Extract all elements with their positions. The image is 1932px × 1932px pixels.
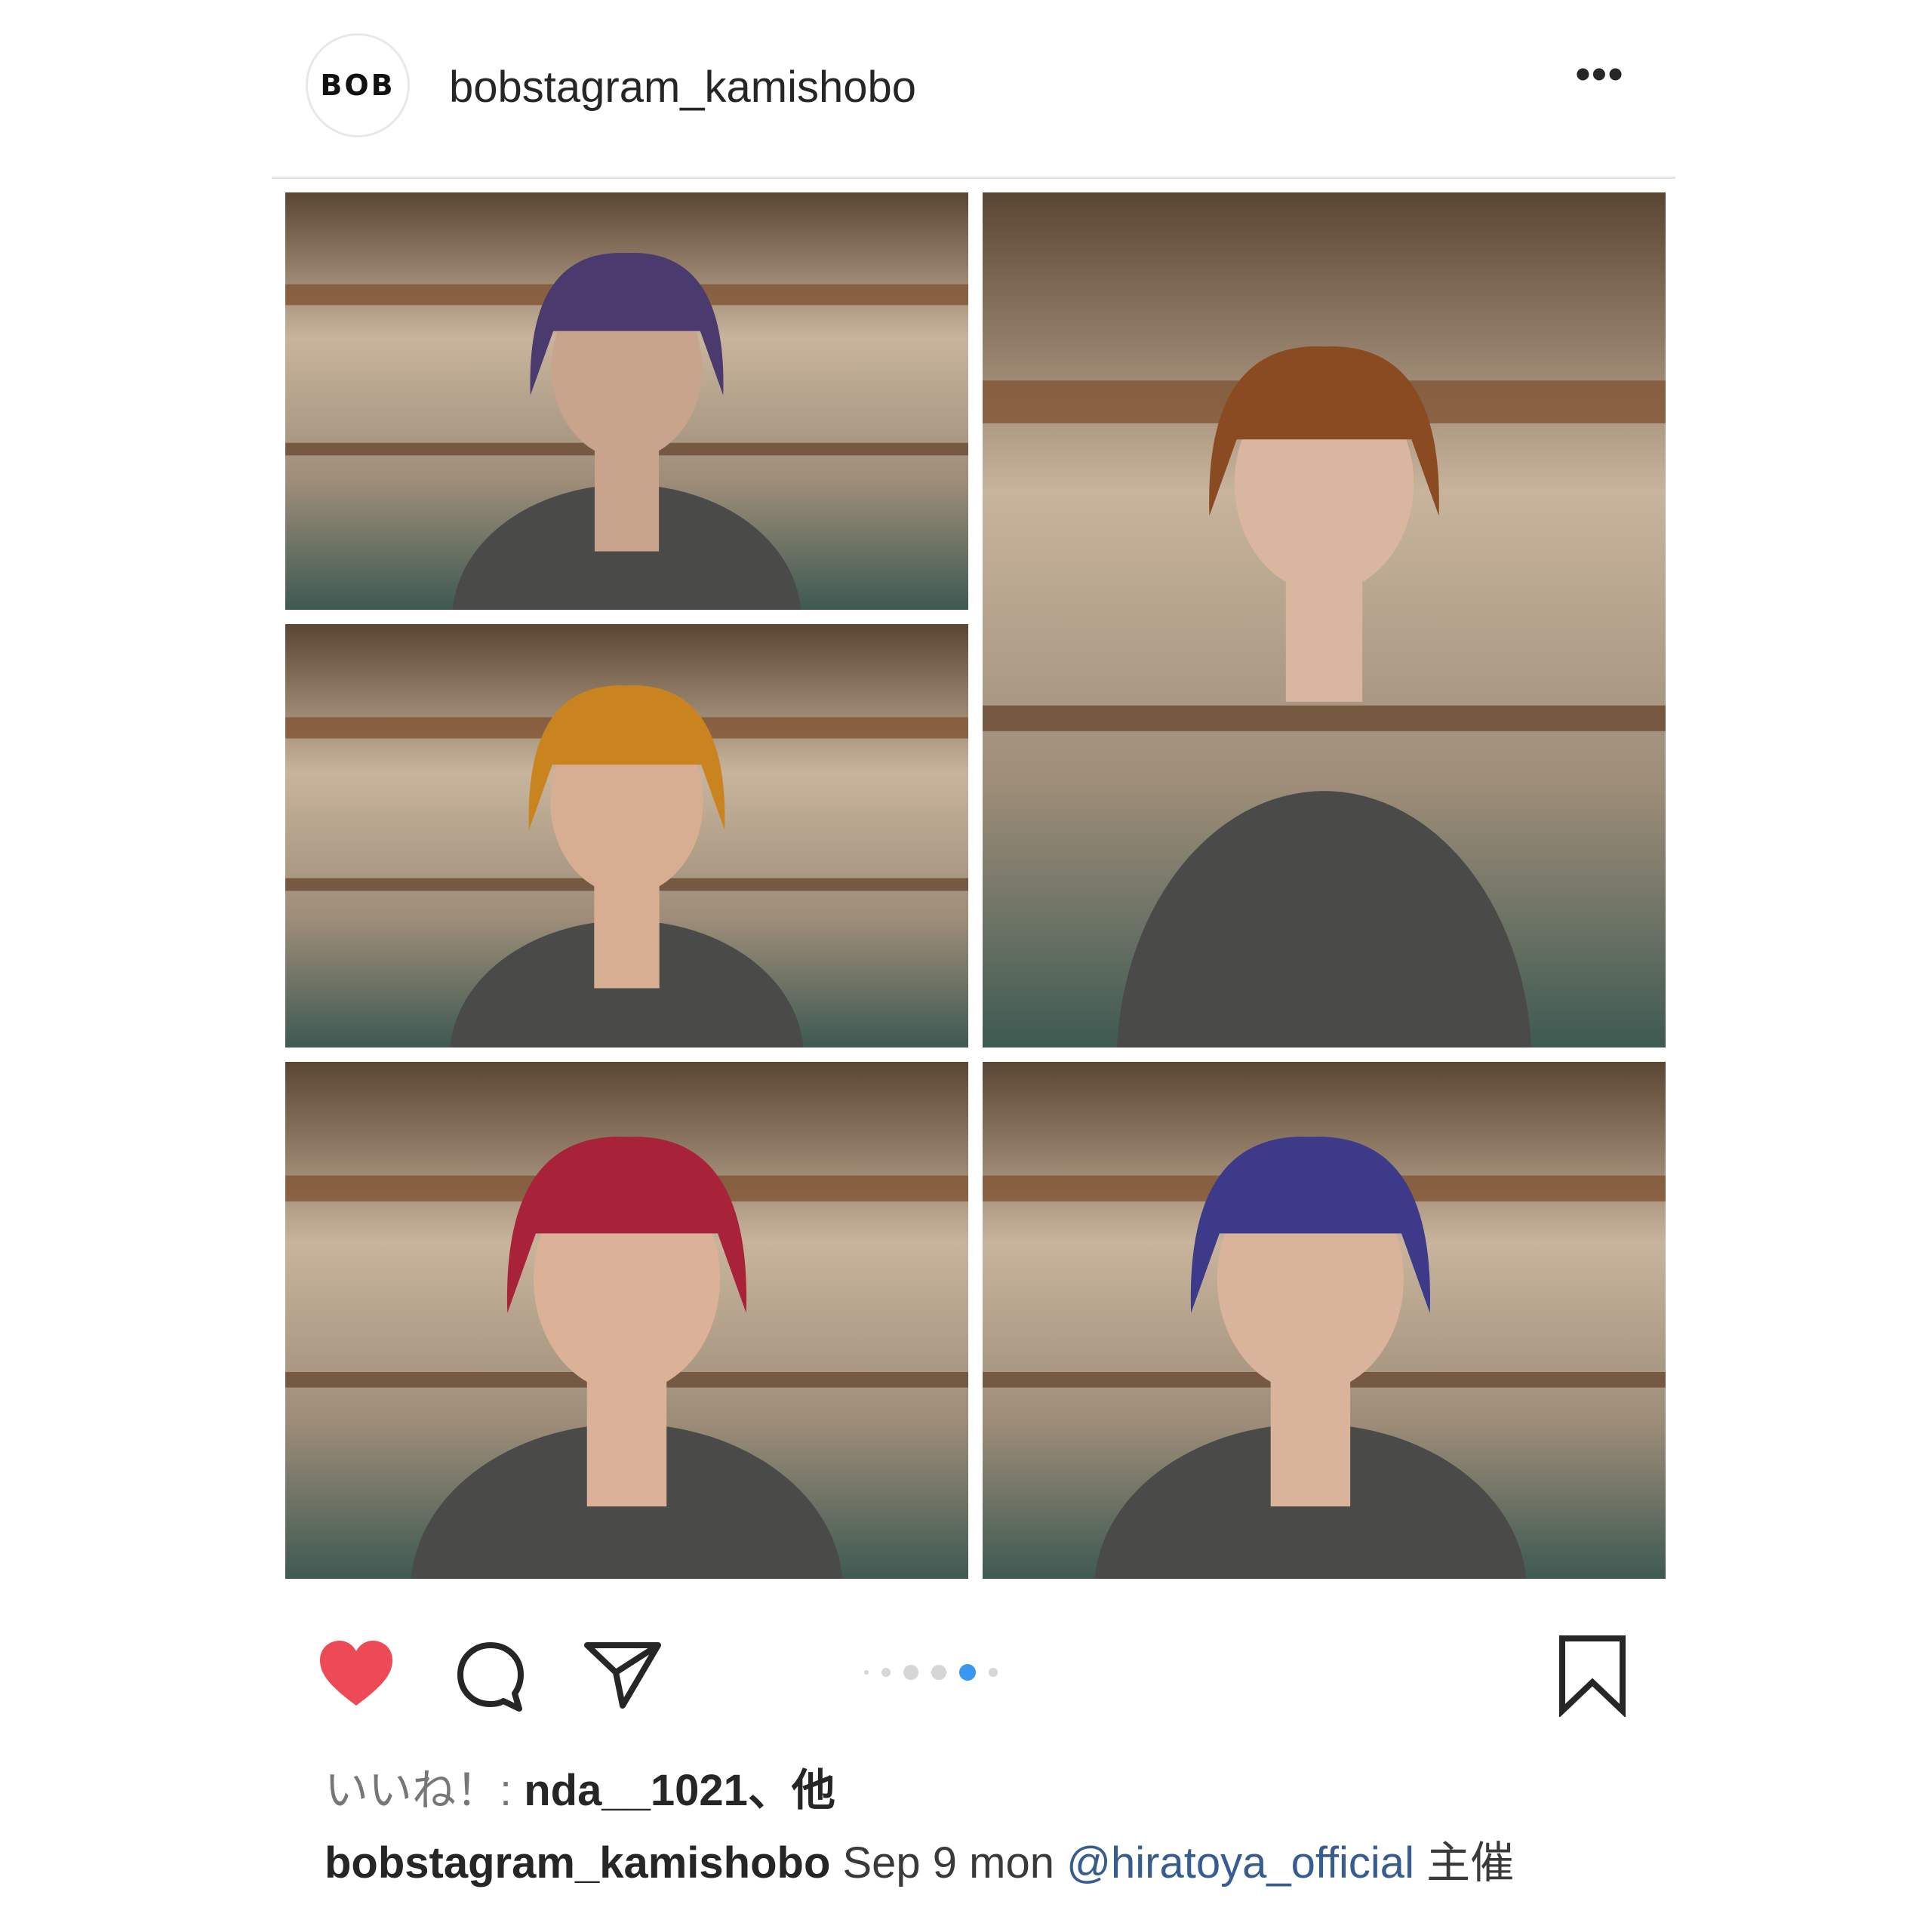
avatar[interactable]: BOB [306, 33, 410, 137]
carousel-indicator[interactable] [864, 1664, 998, 1681]
caption: bobstagram_kamishobo Sep 9 mon @hiratoya… [325, 1834, 1607, 1893]
post-header: BOB bobstagram_kamishobo ••• [306, 30, 1634, 143]
photo-bottom-left[interactable] [285, 1062, 968, 1579]
likes-line: いいね！: nda__1021、他 [325, 1755, 835, 1818]
carousel-dot[interactable] [959, 1664, 976, 1681]
liker-username[interactable]: nda__1021 [524, 1766, 748, 1815]
carousel-dot[interactable] [903, 1665, 918, 1680]
heart-icon[interactable] [317, 1638, 396, 1709]
bookmark-icon[interactable] [1555, 1634, 1630, 1718]
photo-top-left[interactable] [285, 192, 968, 610]
carousel-dot[interactable] [864, 1670, 869, 1675]
caption-mention[interactable]: @hiratoya_official [1066, 1838, 1414, 1887]
carousel-dot[interactable] [931, 1665, 946, 1680]
comment-icon[interactable] [453, 1639, 528, 1715]
header-divider [272, 177, 1675, 179]
caption-text: Sep 9 mon [830, 1838, 1067, 1887]
photo-bottom-right[interactable] [983, 1062, 1666, 1579]
more-options-icon[interactable]: ••• [1562, 51, 1638, 97]
caption-trailing: 主催 [1414, 1838, 1515, 1887]
photo-right-tall[interactable] [983, 192, 1666, 1048]
likes-prefix: いいね！: [325, 1766, 525, 1815]
carousel-dot[interactable] [989, 1668, 998, 1677]
likes-others[interactable]: 、他 [748, 1766, 835, 1815]
username-link[interactable]: bobstagram_kamishobo [449, 62, 916, 112]
paper-plane-icon[interactable] [581, 1636, 664, 1712]
caption-username[interactable]: bobstagram_kamishobo [325, 1838, 830, 1887]
photo-middle-left[interactable] [285, 624, 968, 1048]
carousel-dot[interactable] [881, 1668, 891, 1677]
